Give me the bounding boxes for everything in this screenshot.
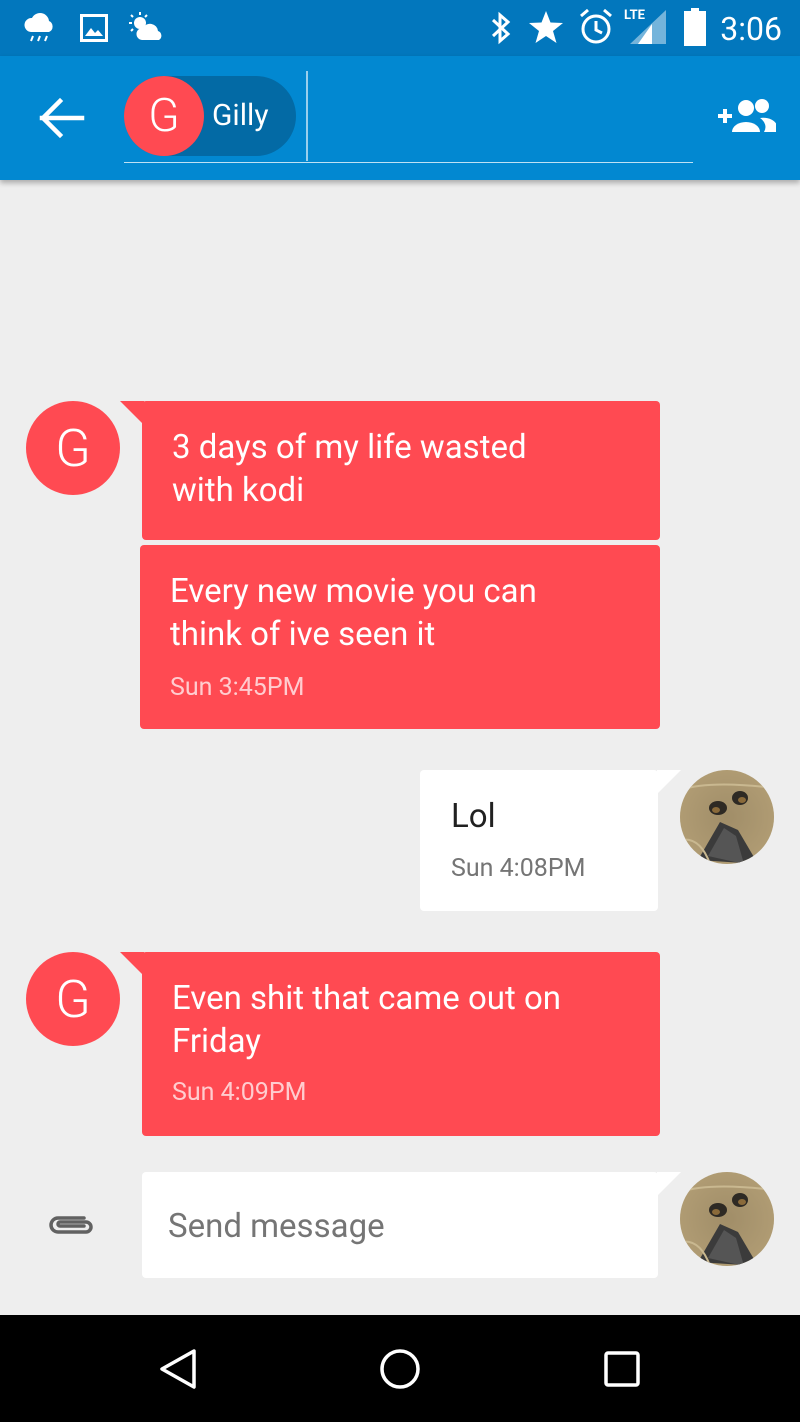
message-timestamp: Sun 3:45PM xyxy=(170,673,305,702)
message-bubble-incoming[interactable]: Every new movie you can think of ive see… xyxy=(140,545,660,729)
message-bubble-incoming[interactable]: 3 days of my life wasted with kodi xyxy=(142,401,660,540)
status-bar: LTE 3:06 xyxy=(0,0,800,56)
add-person-icon[interactable] xyxy=(716,96,776,140)
back-arrow-icon[interactable] xyxy=(36,96,88,140)
message-timestamp: Sun 4:09PM xyxy=(172,1078,307,1107)
profile-photo xyxy=(680,770,774,864)
recents-nav-icon[interactable] xyxy=(603,1350,641,1388)
image-icon xyxy=(80,14,108,42)
battery-icon xyxy=(684,8,706,46)
rain-cloud-icon xyxy=(24,13,53,42)
bubble-tail xyxy=(657,770,681,794)
bubble-tail xyxy=(120,401,144,425)
partly-sunny-icon xyxy=(129,12,162,40)
my-avatar[interactable] xyxy=(680,770,774,864)
home-nav-icon[interactable] xyxy=(378,1347,422,1391)
message-bubble-outgoing[interactable]: Lol Sun 4:08PM xyxy=(420,770,658,911)
profile-photo xyxy=(680,1172,774,1266)
recipient-field-underline[interactable] xyxy=(124,162,693,163)
bubble-tail xyxy=(120,952,144,976)
compose-tail xyxy=(657,1172,681,1196)
message-bubble-incoming[interactable]: Even shit that came out on Friday Sun 4:… xyxy=(142,952,660,1136)
message-input[interactable] xyxy=(166,1199,640,1253)
send-avatar-button[interactable] xyxy=(680,1172,774,1266)
alarm-icon xyxy=(580,8,612,44)
message-text: 3 days of my life wasted with kodi xyxy=(172,428,527,510)
message-text: Lol xyxy=(451,797,496,836)
bluetooth-icon xyxy=(491,11,511,45)
star-icon xyxy=(529,11,563,43)
navigation-bar xyxy=(0,1315,800,1422)
recipient-name: Gilly xyxy=(212,98,269,133)
sender-avatar[interactable]: G xyxy=(26,952,120,1046)
network-type-label: LTE xyxy=(624,8,645,23)
compose-box[interactable] xyxy=(142,1172,658,1278)
recipient-avatar: G xyxy=(124,76,204,156)
back-nav-icon[interactable] xyxy=(158,1348,198,1390)
message-text: Every new movie you can think of ive see… xyxy=(170,572,537,654)
paperclip-icon[interactable] xyxy=(46,1208,96,1242)
lte-signal-icon: LTE xyxy=(622,8,668,46)
clock: 3:06 xyxy=(720,10,782,48)
message-timestamp: Sun 4:08PM xyxy=(451,854,586,883)
recipient-chip[interactable]: G Gilly xyxy=(124,76,296,156)
message-text: Even shit that came out on Friday xyxy=(172,979,562,1061)
app-bar: G Gilly xyxy=(0,56,800,180)
sender-avatar[interactable]: G xyxy=(26,401,120,495)
text-cursor xyxy=(306,71,308,161)
